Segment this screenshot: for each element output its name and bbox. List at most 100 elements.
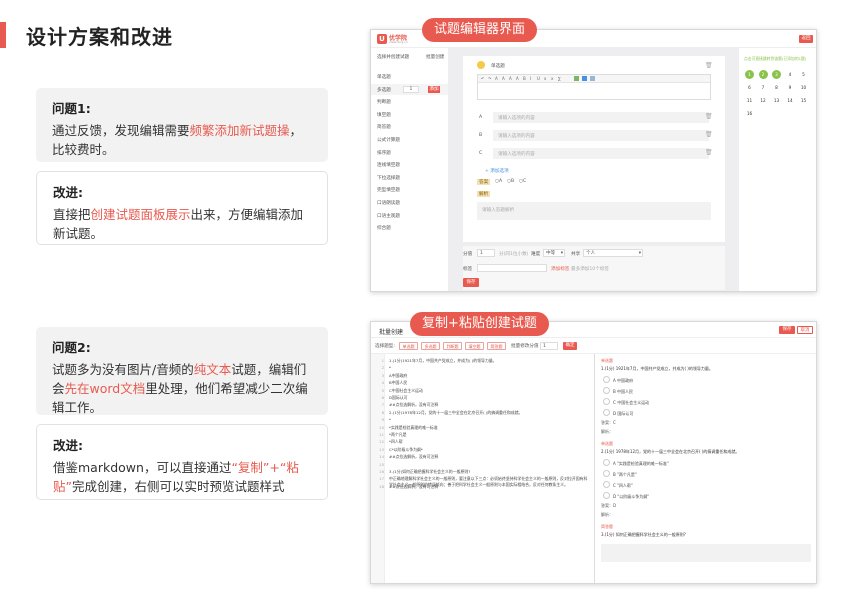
tag-input[interactable] [477,264,547,272]
option-input[interactable]: 请输入选项的内容 [493,148,709,159]
toolbar-tool-icon[interactable]: A [516,76,519,81]
audio-icon[interactable] [582,76,587,81]
option-letter: A [479,115,483,120]
toolbar-tool-icon[interactable]: ↶ [481,76,484,81]
type-add-button[interactable]: 添加 [428,85,440,93]
type-count-input[interactable]: 1 [403,85,419,93]
editor-line: 中正确地理解科学社会主义的一般原则，要注意以下三点：必须始终坚持科学社会主义的一… [389,476,588,487]
question-number-chip[interactable]: 8 [772,83,781,92]
image-icon[interactable] [574,76,579,81]
answer-radio[interactable]: ○C [519,179,526,184]
answer-radio-label: A [499,179,503,184]
option-input[interactable]: 请输入选项的内容 [493,130,709,141]
chevron-down-icon: ▾ [638,251,641,256]
type-button[interactable]: 判断题 [443,342,462,350]
toolbar-tool-icon[interactable]: A [509,76,512,81]
type-item-label: 口语主观题 [377,213,400,219]
type-item[interactable]: 完型填空题 [371,184,448,195]
question-number-chip[interactable]: 11 [745,96,754,105]
question-number-chip[interactable]: 15 [799,96,808,105]
type-item[interactable]: 连线填空题 [371,159,448,170]
type-item[interactable]: 简答题 [371,121,448,132]
option-radio-icon[interactable] [603,376,610,383]
type-button[interactable]: 单选题 [399,342,418,350]
type-item[interactable]: 下拉选择题 [371,172,448,183]
question-stem-editor[interactable]: ↶ ↷ A A A A B I Ux x ∑ [477,74,711,100]
option-radio-icon[interactable] [603,459,610,466]
difficulty-select[interactable]: 中等 ▾ [543,249,565,257]
toolbar-tool-icon[interactable]: U [537,76,540,81]
question-number-chip[interactable]: 3 [772,70,781,79]
batch-cancel-button[interactable]: 取消 [797,326,813,334]
confirm-button[interactable]: 确定 [563,342,577,350]
type-button[interactable]: 简答题 [487,342,506,350]
question-number-chip[interactable]: 7 [759,83,768,92]
return-button[interactable]: 返回 [799,35,813,43]
delete-question-icon[interactable]: 🗑 [705,62,713,69]
option-radio-icon[interactable] [603,481,610,488]
batch-save-button[interactable]: 保存 [779,326,795,334]
type-item[interactable]: 口语朗读题 [371,197,448,208]
question-number-chip[interactable]: 4 [786,70,795,79]
type-item[interactable]: 单选题 [371,71,448,82]
add-tag-link[interactable]: 添加标签 [551,266,569,272]
problem2-highlight-1: 纯文本 [193,362,232,377]
score-input[interactable]: 1 [477,249,495,257]
delete-option-icon[interactable]: 🗑 [705,131,713,138]
toolbar-tool-icon[interactable]: ∑ [558,76,561,81]
problem1-highlight: 频繁添加新试题操 [189,123,290,138]
save-button[interactable]: 保存 [463,278,479,287]
type-item[interactable]: 公式计算题 [371,134,448,145]
toolbar-tool-icon[interactable]: A [495,76,498,81]
question-number-icon [477,61,485,69]
toolbar-tool-icon[interactable]: x [544,76,546,81]
type-item[interactable]: 口语主观题 [371,210,448,221]
toolbar-tool-icon[interactable]: A [502,76,505,81]
option-radio-icon[interactable] [603,398,610,405]
batch-score-input[interactable]: 1 [540,342,558,350]
question-number-chip[interactable]: 16 [745,109,754,118]
difficulty-label: 难度 [531,252,541,257]
type-item[interactable]: 多选题 1 添加 [371,83,448,95]
question-number-chip[interactable]: 2 [758,70,768,79]
toolbar-tool-icon[interactable]: x [551,76,553,81]
live-preview: 单选题 1.(1分) 1921年7月，中国共产党成立，并成为( )的领导力量。 A … [595,354,816,583]
type-item[interactable]: 填空题 [371,109,448,120]
option-radio-icon[interactable] [603,492,610,499]
delete-option-icon[interactable]: 🗑 [705,149,713,156]
share-select[interactable]: 个人 ▾ [583,249,643,257]
toolbar-tool-icon[interactable]: ↷ [488,76,491,81]
answer-radio[interactable]: ○A [495,179,502,184]
page-title: 设计方案和改进 [26,25,173,49]
question-number-chip[interactable]: 6 [745,83,754,92]
type-item-label: 下拉选择题 [377,175,400,181]
question-number-chip[interactable]: 14 [786,96,795,105]
add-option-link[interactable]: + 添加选项 [485,168,509,174]
type-item[interactable]: 排序题 [371,147,448,158]
toolbar-tool-icon[interactable]: B [523,76,526,81]
option-letter: B [479,133,483,138]
type-button[interactable]: 填空题 [465,342,484,350]
option-radio-icon[interactable] [603,470,610,477]
question-number-chip[interactable]: 5 [799,70,808,79]
question-number-chip[interactable]: 12 [759,96,768,105]
type-item[interactable]: 综合题 [371,222,448,233]
option-radio-icon[interactable] [603,387,610,394]
sidebar-header-batch[interactable]: 批量创建 [426,54,444,60]
question-number-chip[interactable]: 10 [799,83,808,92]
markdown-editor[interactable]: 1 1.(1分)1921年7月，中国共产党成立，并成为( )的领导力量。 2 * 3 A中… [371,354,595,583]
question-number-chip[interactable]: 1 [745,70,754,79]
option-radio-icon[interactable] [603,409,610,416]
answer-radio[interactable]: ○B [507,179,514,184]
delete-option-icon[interactable]: 🗑 [705,113,713,120]
question-number-chip[interactable]: 9 [786,83,795,92]
type-item-label: 判断题 [377,100,391,106]
type-item[interactable]: 判断题 [371,96,448,107]
toolbar-tool-icon[interactable]: I [530,76,531,81]
type-button[interactable]: 多选题 [421,342,440,350]
option-input[interactable]: 请输入选项的内容 [493,112,709,123]
analysis-input[interactable]: 请输入答题解析 [477,202,711,220]
video-icon[interactable] [590,76,595,81]
sidebar-header-create: 选择并创建试题 [377,55,410,60]
question-number-chip[interactable]: 13 [772,96,781,105]
